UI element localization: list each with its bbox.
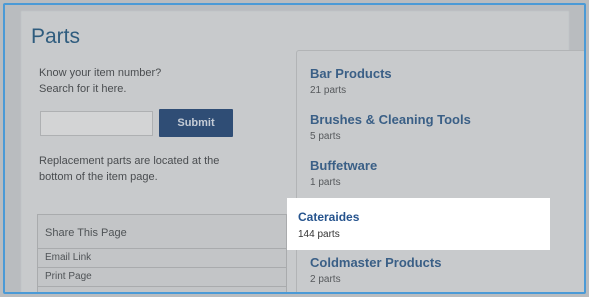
category-item[interactable]: Brushes & Cleaning Tools 5 parts	[310, 112, 471, 142]
highlighted-category[interactable]: Cateraides 144 parts	[287, 198, 550, 250]
submit-button[interactable]: Submit	[159, 109, 233, 137]
share-heading: Share This Page	[38, 219, 286, 249]
item-number-input[interactable]	[40, 111, 153, 136]
category-name[interactable]: Cateraides	[298, 210, 359, 224]
category-item[interactable]: Bar Products 21 parts	[310, 66, 392, 96]
category-name[interactable]: Bar Products	[310, 66, 392, 81]
category-name[interactable]: Buffetware	[310, 158, 377, 173]
category-count: 1 parts	[310, 177, 341, 188]
category-count: 5 parts	[310, 131, 341, 142]
replacement-note-line1: Replacement parts are located at the	[39, 155, 220, 167]
print-page-link[interactable]: Print Page	[38, 268, 286, 287]
email-link[interactable]: Email Link	[38, 249, 286, 268]
search-prompt-line2: Search for it here.	[39, 83, 127, 95]
category-count: 2 parts	[310, 274, 341, 285]
category-item[interactable]: Buffetware 1 parts	[310, 158, 377, 188]
category-count: 144 parts	[298, 229, 340, 240]
category-name[interactable]: Brushes & Cleaning Tools	[310, 112, 471, 127]
screenshot-frame: Parts Know your item number? Search for …	[3, 3, 586, 294]
category-item[interactable]: Coldmaster Products 2 parts	[310, 255, 441, 285]
search-prompt-line1: Know your item number?	[39, 67, 162, 79]
category-name[interactable]: Coldmaster Products	[310, 255, 441, 270]
share-box: Share This Page Email Link Print Page	[37, 214, 287, 292]
replacement-note-line2: bottom of the item page.	[39, 171, 158, 183]
search-prompt: Know your item number? Search for it her…	[39, 65, 239, 97]
category-count: 21 parts	[310, 85, 347, 96]
replacement-note: Replacement parts are located at the bot…	[39, 153, 269, 185]
page-title: Parts	[31, 25, 81, 48]
